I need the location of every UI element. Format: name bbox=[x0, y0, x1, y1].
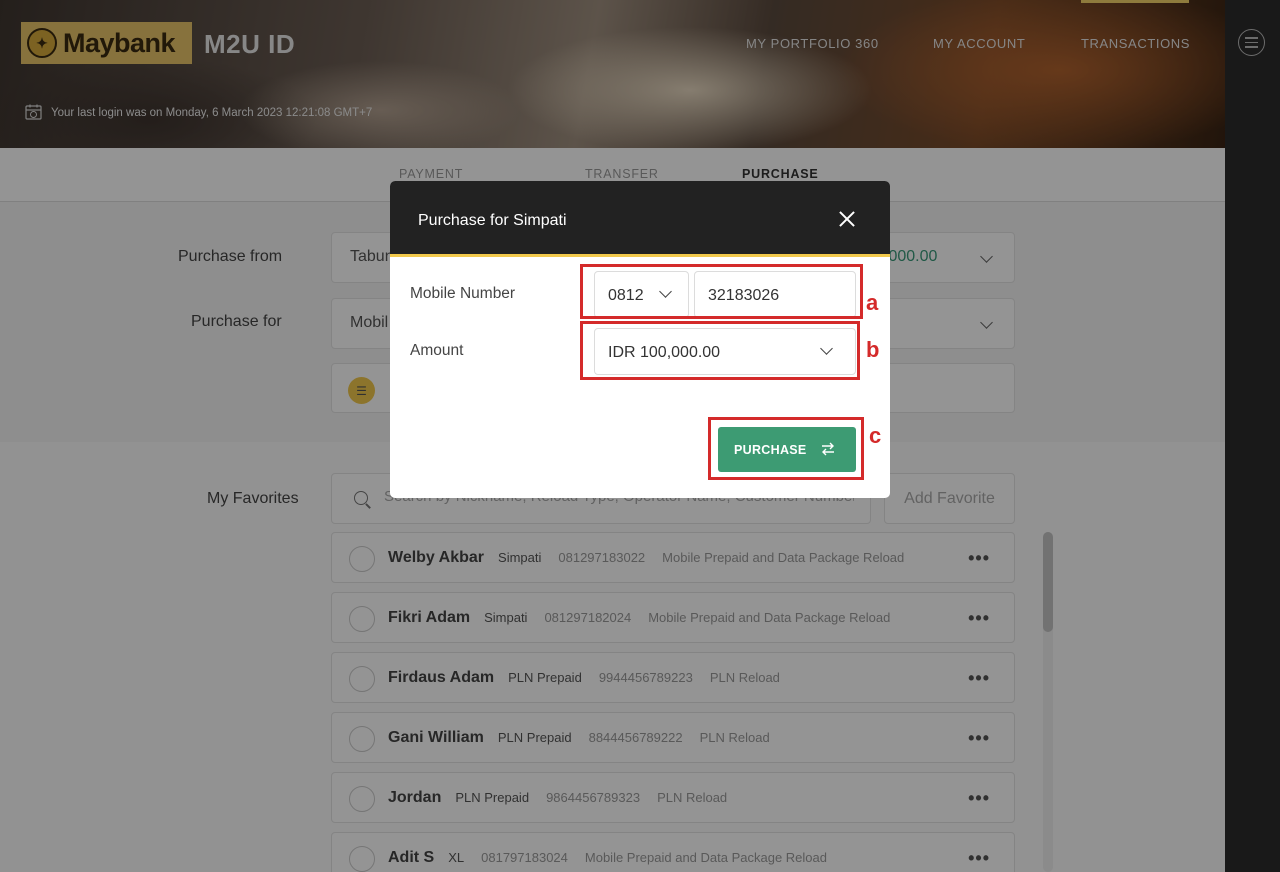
annotation-box-a bbox=[580, 264, 863, 319]
mobile-number-label: Mobile Number bbox=[410, 285, 516, 302]
annotation-box-c bbox=[708, 417, 864, 480]
amount-label: Amount bbox=[410, 342, 464, 359]
annotation-label-c: c bbox=[869, 423, 882, 448]
annotation-box-b bbox=[580, 321, 860, 380]
annotation-label-b: b bbox=[866, 337, 880, 362]
close-icon[interactable] bbox=[838, 210, 856, 228]
modal-title: Purchase for Simpati bbox=[418, 212, 567, 229]
annotation-label-a: a bbox=[866, 290, 879, 315]
modal-header: Purchase for Simpati bbox=[390, 181, 890, 257]
